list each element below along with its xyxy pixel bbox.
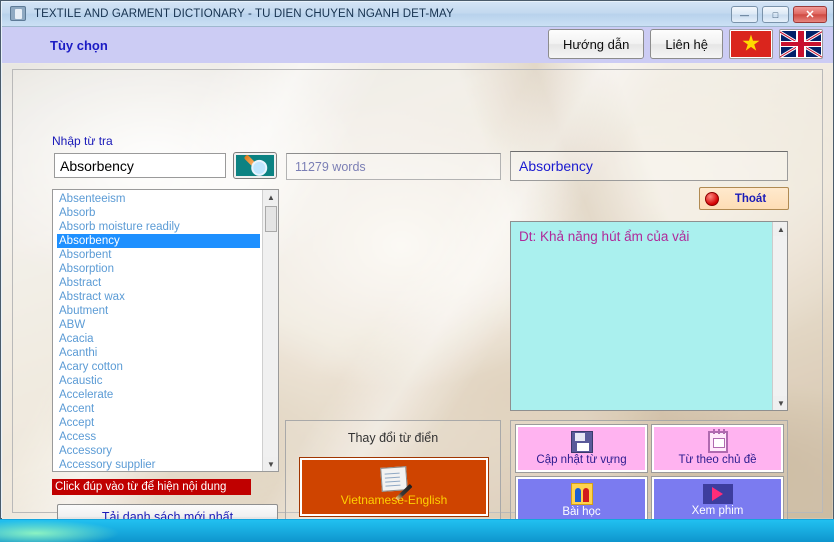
red-dot-icon xyxy=(705,191,719,206)
search-input[interactable] xyxy=(54,153,226,178)
scroll-thumb[interactable] xyxy=(265,206,277,232)
vietnamese-english-label: Vietnamese-English xyxy=(340,493,448,507)
word-list-item[interactable]: Accent xyxy=(57,402,260,416)
exit-button[interactable]: Thoát xyxy=(699,187,789,210)
word-list-item[interactable]: Absorb moisture readily xyxy=(57,220,260,234)
word-list-items: Absenteeism Absorb Absorb moisture readily… xyxy=(53,190,260,471)
double-click-hint: Click đúp vào từ để hiện nội dung xyxy=(52,479,251,495)
desktop: TEXTILE AND GARMENT DICTIONARY - TU DIEN… xyxy=(0,0,834,542)
definition-text: Dt: Khả năng hút ẩm của vải xyxy=(519,229,690,244)
application-window: TEXTILE AND GARMENT DICTIONARY - TU DIEN… xyxy=(0,0,834,519)
toolbar-right-group: Hướng dẫn Liên hệ ★ xyxy=(547,29,823,59)
notebook-pen-icon xyxy=(380,466,413,501)
vietnam-flag-icon[interactable]: ★ xyxy=(729,29,773,59)
word-list-item[interactable]: Abutment xyxy=(57,304,260,318)
update-vocabulary-label: Cập nhật từ vựng xyxy=(536,454,627,466)
menu-item-options[interactable]: Tùy chọn xyxy=(50,38,108,53)
definition-scroll-down-icon[interactable]: ▼ xyxy=(773,396,787,410)
feature-button-group: Cập nhật từ vựng Từ theo chủ đề Bài học … xyxy=(510,420,788,519)
watch-video-label: Xem phim xyxy=(691,505,744,517)
maximize-button[interactable]: □ xyxy=(762,6,789,23)
guide-button[interactable]: Hướng dẫn xyxy=(547,29,645,59)
scroll-down-icon[interactable]: ▼ xyxy=(263,457,278,471)
word-list-item[interactable]: Access xyxy=(57,430,260,444)
word-list-item[interactable]: Acaustic xyxy=(57,374,260,388)
minimize-button[interactable]: — xyxy=(731,6,758,23)
word-list-item[interactable]: Absorb xyxy=(57,206,260,220)
people-icon xyxy=(570,483,593,505)
save-disk-icon xyxy=(570,431,593,453)
window-title: TEXTILE AND GARMENT DICTIONARY - TU DIEN… xyxy=(34,8,454,20)
word-list-item[interactable]: Abstract wax xyxy=(57,290,260,304)
menu-toolbar: Tùy chọn Hướng dẫn Liên hệ ★ xyxy=(2,27,833,63)
word-list[interactable]: Absenteeism Absorb Absorb moisture readily… xyxy=(52,189,279,472)
word-list-item[interactable]: Absorbency xyxy=(57,234,260,248)
uk-flag-icon[interactable] xyxy=(779,29,823,59)
vietnamese-english-button[interactable]: Vietnamese-English xyxy=(299,457,489,517)
update-vocabulary-button[interactable]: Cập nhật từ vựng xyxy=(515,424,648,473)
definition-box[interactable]: Dt: Khả năng hút ẩm của vải ▲ ▼ xyxy=(510,221,788,411)
close-button[interactable]: ✕ xyxy=(793,6,827,23)
words-by-topic-button[interactable]: Từ theo chủ đề xyxy=(651,424,784,473)
exit-button-label: Thoát xyxy=(734,192,767,205)
word-list-item[interactable]: Absenteeism xyxy=(57,192,260,206)
word-list-item[interactable]: Acanthi xyxy=(57,346,260,360)
calendar-icon xyxy=(707,429,728,453)
word-list-item[interactable]: Acary cotton xyxy=(57,360,260,374)
play-video-icon xyxy=(702,484,733,504)
word-list-item[interactable]: Accessory supplier xyxy=(57,458,260,471)
word-list-scrollbar[interactable]: ▲ ▼ xyxy=(262,190,278,471)
word-list-item[interactable]: Acacia xyxy=(57,332,260,346)
lessons-button[interactable]: Bài học xyxy=(515,476,648,519)
word-list-item[interactable]: ABW xyxy=(57,318,260,332)
magnifier-icon xyxy=(236,154,274,180)
scroll-up-icon[interactable]: ▲ xyxy=(263,190,278,204)
word-count-field: 11279 words xyxy=(286,153,501,180)
word-list-item[interactable]: Accessory xyxy=(57,444,260,458)
reload-list-button[interactable]: Tải danh sách mới nhất xyxy=(57,504,278,519)
taskbar[interactable] xyxy=(0,520,834,542)
watch-video-button[interactable]: Xem phim xyxy=(651,476,784,519)
definition-scroll-up-icon[interactable]: ▲ xyxy=(773,222,787,236)
dictionary-switch-group: Thay đổi từ điển Vietnamese-English xyxy=(285,420,501,519)
word-list-item[interactable]: Accept xyxy=(57,416,260,430)
taskbar-start-glow xyxy=(0,520,120,542)
lessons-label: Bài học xyxy=(562,506,601,518)
window-controls: — □ ✕ xyxy=(731,6,827,23)
word-list-item[interactable]: Accelerate xyxy=(57,388,260,402)
word-list-item[interactable]: Abstract xyxy=(57,276,260,290)
search-label: Nhập từ tra xyxy=(52,134,113,148)
app-logo-icon xyxy=(10,6,28,22)
contact-button[interactable]: Liên hệ xyxy=(650,29,723,59)
search-button[interactable] xyxy=(233,152,277,180)
dictionary-switch-label: Thay đổi từ điển xyxy=(347,431,439,445)
word-list-item[interactable]: Absorption xyxy=(57,262,260,276)
definition-scrollbar[interactable]: ▲ ▼ xyxy=(772,222,787,410)
words-by-topic-label: Từ theo chủ đề xyxy=(678,454,757,466)
client-area: Nhập từ tra 11279 words Absorbency Thoát… xyxy=(2,63,833,519)
title-bar: TEXTILE AND GARMENT DICTIONARY - TU DIEN… xyxy=(2,2,833,27)
headword-field: Absorbency xyxy=(510,151,788,181)
word-list-item[interactable]: Absorbent xyxy=(57,248,260,262)
